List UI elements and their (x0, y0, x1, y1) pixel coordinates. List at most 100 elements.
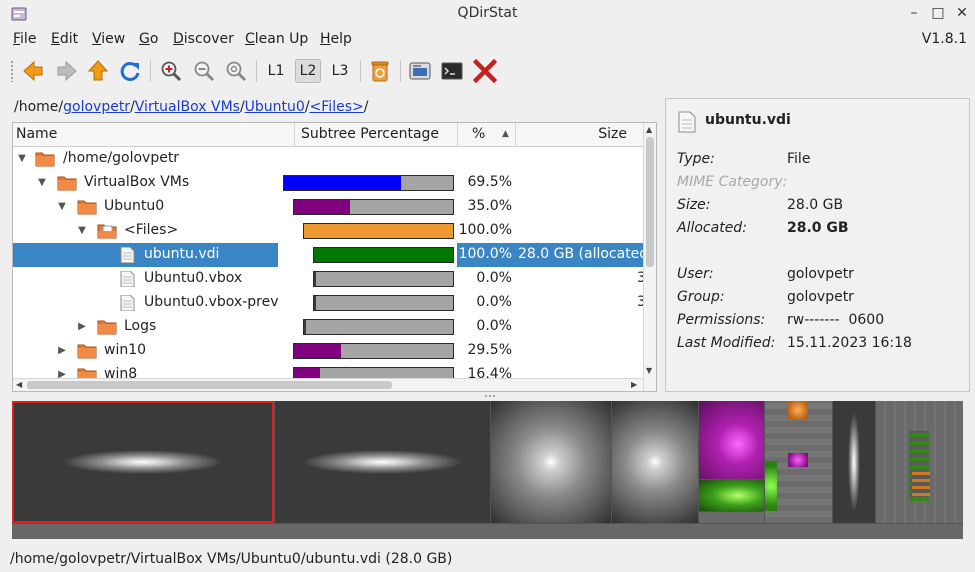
tree-row[interactable]: ▼ <Files> 100.0% (13, 219, 643, 243)
treemap-tile-green-folder[interactable] (699, 480, 764, 511)
zoom-reset-icon (226, 61, 247, 82)
refresh-button[interactable] (116, 57, 144, 85)
toolbar-separator (150, 60, 151, 82)
subtree-percentage-bar (283, 175, 454, 191)
toolbar-separator (256, 60, 257, 82)
scrollbar-thumb[interactable] (646, 137, 654, 267)
column-name[interactable]: Name (13, 123, 295, 147)
subtree-percentage-fill (304, 224, 453, 238)
zoom-reset-button[interactable] (222, 57, 250, 85)
scroll-down-arrow-icon[interactable]: ▼ (646, 366, 652, 375)
level-1-button[interactable]: L1 (263, 59, 289, 83)
file-icon (120, 295, 135, 311)
vertical-scrollbar[interactable]: ▲ ▼ (643, 123, 656, 391)
scroll-left-arrow-icon[interactable]: ◀ (16, 380, 22, 389)
folder-icon (57, 176, 77, 191)
treemap-tile-ubuntu-vdi[interactable] (12, 401, 274, 523)
row-name: win10 (104, 342, 147, 358)
expand-arrow-icon[interactable]: ▼ (37, 178, 47, 188)
menu-go[interactable]: Go (139, 31, 158, 47)
open-file-manager-button[interactable] (406, 57, 434, 85)
splitter-handle[interactable] (484, 394, 496, 398)
file-icon (120, 271, 135, 287)
column-percent[interactable]: % ▲ (458, 123, 516, 147)
treemap-tile-green-small[interactable] (765, 461, 777, 511)
level-3-button[interactable]: L3 (327, 59, 353, 83)
tree-row[interactable]: ▶ Logs 0.0% (13, 315, 643, 339)
breadcrumb-link-ubuntu0[interactable]: Ubuntu0 (245, 99, 305, 115)
tree-row[interactable]: Ubuntu0.vbox 0.0% 3 (13, 267, 646, 291)
treemap-tile-small-items[interactable] (699, 512, 764, 523)
subtree-percentage-bar (313, 295, 454, 311)
row-name: /home/golovpetr (63, 150, 180, 166)
toolbar-grip[interactable] (10, 60, 14, 82)
subtree-percentage-fill (304, 320, 306, 334)
treemap-tile-win8-disk[interactable] (491, 401, 611, 523)
subtree-percentage-fill (314, 272, 316, 286)
treemap-tile-win10-disk[interactable] (275, 401, 490, 523)
zoom-in-button[interactable] (157, 57, 185, 85)
horizontal-scrollbar-thumb[interactable] (27, 381, 392, 389)
files-pseudo-folder-icon (97, 224, 117, 239)
treemap-view[interactable] (12, 401, 963, 539)
scroll-right-arrow-icon[interactable]: ▶ (631, 380, 637, 389)
tree-row[interactable]: Ubuntu0.vbox-prev 0.0% 3 (13, 291, 646, 315)
breadcrumb-trailing: / (363, 99, 369, 115)
collapse-arrow-icon[interactable]: ▶ (77, 322, 87, 332)
column-size[interactable]: Size (516, 123, 643, 147)
row-percent: 69.5% (467, 174, 512, 190)
column-subtree-percentage[interactable]: Subtree Percentage (295, 123, 458, 147)
tree-row[interactable]: ▼ /home/golovpetr (13, 147, 643, 171)
breadcrumb-link-virtualbox-vms[interactable]: VirtualBox VMs (135, 99, 240, 115)
zoom-out-button[interactable] (190, 57, 218, 85)
expand-arrow-icon[interactable]: ▼ (57, 202, 67, 212)
expand-arrow-icon[interactable]: ▼ (17, 154, 27, 164)
tree-row[interactable]: ▼ VirtualBox VMs 69.5% (13, 171, 643, 195)
menu-clean-up[interactable]: Clean Up (245, 31, 308, 47)
back-button[interactable] (20, 57, 48, 85)
menu-view[interactable]: View (92, 31, 125, 47)
folder-icon (77, 344, 97, 359)
level-2-button[interactable]: L2 (295, 59, 321, 83)
menu-help[interactable]: Help (320, 31, 352, 47)
treemap-tile-orange-small[interactable] (788, 401, 808, 419)
treemap-tile-orange-list[interactable] (912, 471, 930, 496)
forward-button[interactable] (52, 57, 80, 85)
treemap-tile-vertical-file[interactable] (833, 401, 875, 523)
treemap-tile-purple-folder[interactable] (699, 401, 764, 479)
subtree-percentage-bar (303, 319, 454, 335)
subtree-percentage-fill (314, 296, 316, 310)
last-modified-value: 15.11.2023 16:18 (787, 335, 912, 351)
scroll-up-arrow-icon[interactable]: ▲ (646, 125, 652, 134)
row-percent: 29.5% (467, 342, 512, 358)
treemap-tile-purple-small[interactable] (788, 453, 808, 467)
tree-row-selected[interactable]: ubuntu.vdi 100.0% 28.0 GB (allocated) (13, 243, 654, 267)
expand-arrow-icon[interactable]: ▼ (77, 226, 87, 236)
tree-row[interactable]: ▶ win10 29.5% (13, 339, 643, 363)
stop-button[interactable] (471, 57, 499, 85)
menu-edit[interactable]: Edit (51, 31, 78, 47)
directory-tree[interactable]: Name Subtree Percentage % ▲ Size ▼ /home… (12, 122, 657, 392)
permissions-label: Permissions: (677, 312, 766, 328)
maximize-button[interactable]: □ (929, 4, 947, 22)
minimize-button[interactable]: – (905, 4, 923, 22)
toolbar-separator (360, 60, 361, 82)
horizontal-scrollbar[interactable]: ◀ ▶ (13, 378, 643, 391)
breadcrumb-link-files[interactable]: <Files> (310, 99, 364, 115)
open-terminal-button[interactable] (438, 57, 466, 85)
treemap-tile-other-disk[interactable] (612, 401, 698, 523)
move-to-trash-button[interactable] (366, 57, 394, 85)
breadcrumb-link-golovpetr[interactable]: golovpetr (63, 99, 130, 115)
file-manager-icon (409, 62, 431, 80)
type-label: Type: (677, 151, 715, 167)
close-window-button[interactable]: ✕ (953, 4, 971, 22)
menu-discover[interactable]: Discover (173, 31, 234, 47)
menu-file[interactable]: File (13, 31, 36, 47)
subtree-percentage-bar (313, 247, 454, 263)
collapse-arrow-icon[interactable]: ▶ (57, 346, 67, 356)
refresh-icon (120, 61, 140, 81)
tree-row[interactable]: ▼ Ubuntu0 35.0% (13, 195, 643, 219)
type-value: File (787, 151, 811, 167)
column-percent-label: % (472, 126, 486, 142)
go-up-button[interactable] (84, 57, 112, 85)
